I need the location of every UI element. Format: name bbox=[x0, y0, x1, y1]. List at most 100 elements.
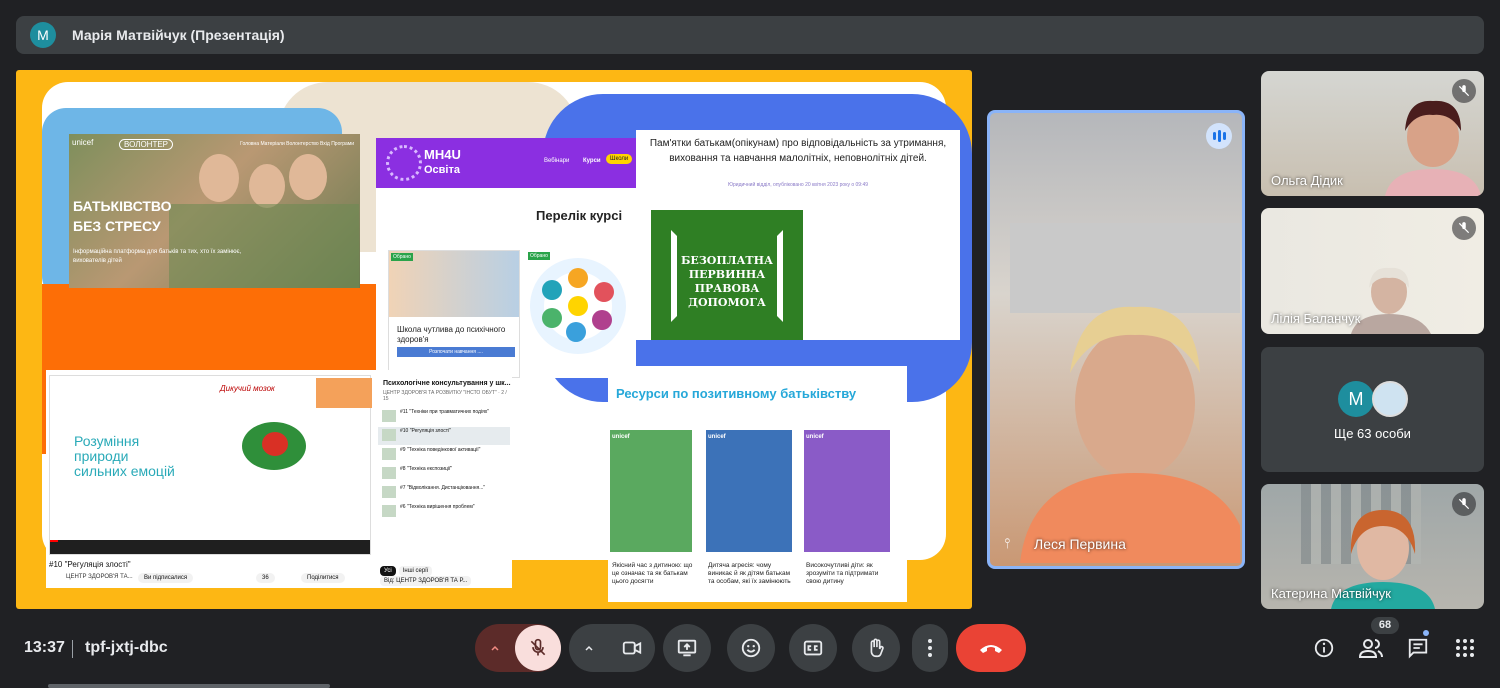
meeting-details-button[interactable] bbox=[1308, 632, 1340, 664]
video-player: Розуміння природи сильних емоцій Дикучий… bbox=[49, 375, 372, 555]
unicef-logo: unicef bbox=[72, 138, 94, 147]
presenter-avatar: М bbox=[30, 22, 56, 48]
participant-name: Леся Первина bbox=[1034, 536, 1126, 552]
apps-grid-icon bbox=[1456, 639, 1474, 657]
course-card-wheel: Обрано bbox=[526, 250, 634, 378]
playlist-thumb bbox=[382, 505, 396, 517]
participant-avatar: М bbox=[1338, 381, 1374, 417]
leave-call-button[interactable] bbox=[956, 624, 1026, 672]
nav-webinars: Вебінари bbox=[544, 158, 570, 164]
video-camera-icon bbox=[622, 641, 642, 655]
participant-tile-speaker[interactable]: ⫯ Леся Первина bbox=[987, 110, 1245, 569]
resource-item: unicef Якісний час з дитиною: що це озна… bbox=[608, 430, 694, 585]
more-participants-tile[interactable]: М Ще 63 особи bbox=[1261, 347, 1484, 472]
playlist: #11 "Техніки при травматичних подіях" #1… bbox=[378, 408, 510, 522]
unicef-logo: unicef bbox=[612, 434, 630, 440]
mic-off-icon bbox=[1452, 492, 1476, 516]
photo-face bbox=[199, 154, 239, 202]
photo-face bbox=[289, 154, 327, 200]
presenter-thumbnail bbox=[316, 378, 372, 408]
course-card: Обрано Школа чутлива до психічного здоро… bbox=[388, 250, 520, 378]
participant-video bbox=[1385, 100, 1481, 196]
resource-cover bbox=[610, 430, 692, 552]
resource-caption: Дитяча агресія: чому виникає й як дітям … bbox=[708, 562, 791, 585]
presenter-bar: М Марія Матвійчук (Презентація) bbox=[16, 16, 1484, 54]
playlist-subtitle: ЦЕНТР ЗДОРОВ'Я ТА РОЗВИТКУ "ІНСТО ОБУТ" … bbox=[383, 390, 507, 402]
mic-toggle-button[interactable] bbox=[515, 625, 561, 671]
playlist-thumb bbox=[382, 429, 396, 441]
memo-title: Пам'ятки батькам(опікунам) про відповіда… bbox=[649, 138, 947, 164]
mh4u-header: MH4U Освіта Вебінари Курси Школи bbox=[376, 138, 636, 188]
brain-drawing: Дикучий мозок bbox=[220, 384, 340, 492]
unicef-title: БАТЬКІВСТВО БЕЗ СТРЕСУ bbox=[73, 196, 172, 236]
unicef-logo: unicef bbox=[708, 434, 726, 440]
playlist-title: Психологічне консультування у шк... bbox=[383, 380, 511, 387]
more-participants-label: Ще 63 особи bbox=[1334, 426, 1411, 441]
mic-off-icon bbox=[530, 638, 546, 656]
camera-options-button[interactable] bbox=[569, 624, 609, 672]
mic-options-button[interactable] bbox=[475, 624, 515, 672]
video-progress bbox=[50, 540, 58, 542]
resource-cover bbox=[706, 430, 792, 552]
playlist-item: #7 "Відволікання. Дистанціювання..." bbox=[378, 484, 510, 502]
participant-tile[interactable]: Ольга Дідик bbox=[1261, 71, 1484, 196]
playlist-thumb bbox=[382, 486, 396, 498]
hand-icon bbox=[870, 638, 884, 658]
people-button[interactable] bbox=[1355, 632, 1387, 664]
chat-icon bbox=[1408, 638, 1428, 659]
divider bbox=[72, 640, 73, 658]
speaking-indicator-icon bbox=[1206, 123, 1232, 149]
end-call-icon bbox=[980, 645, 1002, 653]
wheel-segment bbox=[566, 322, 586, 342]
more-vert-icon bbox=[928, 639, 932, 657]
meeting-time: 13:37 bbox=[24, 639, 65, 656]
playlist-item: #11 "Техніки при травматичних подіях" bbox=[378, 408, 510, 426]
resource-caption: Якісний час з дитиною: що це означає та … bbox=[612, 562, 693, 585]
mic-control-group bbox=[475, 624, 561, 672]
chevron-up-icon bbox=[491, 645, 499, 651]
title-line: БАТЬКІВСТВО bbox=[73, 198, 172, 214]
brain-core bbox=[262, 432, 288, 456]
camera-control-group bbox=[569, 624, 655, 672]
info-icon bbox=[1314, 638, 1334, 658]
playlist-item-title: #7 "Відволікання. Дистанціювання..." bbox=[400, 485, 486, 491]
courses-heading: Перелік курсі bbox=[536, 208, 623, 223]
participant-name: Катерина Матвійчук bbox=[1271, 586, 1391, 601]
participant-tile[interactable]: Лілія Баланчук bbox=[1261, 208, 1484, 334]
participant-name: Ольга Дідик bbox=[1271, 173, 1343, 188]
activities-button[interactable] bbox=[1449, 632, 1481, 664]
resource-caption: Високочутливі діти: як зрозуміти та підт… bbox=[806, 562, 879, 585]
chat-notification-dot bbox=[1423, 630, 1429, 636]
video-overlay-text: Розуміння природи сильних емоцій bbox=[74, 433, 175, 479]
raise-hand-button[interactable] bbox=[852, 624, 900, 672]
wheel-segment bbox=[542, 280, 562, 300]
shared-presentation: unicef ВОЛОНТЕР Головна Матеріали Волонт… bbox=[16, 70, 972, 609]
captions-button[interactable] bbox=[789, 624, 837, 672]
playlist-item-active: #10 "Регуляція злості" bbox=[378, 427, 510, 445]
wheel-segment bbox=[568, 268, 588, 288]
playlist-item-title: #6 "Техніка вирішення проблем" bbox=[400, 504, 475, 510]
present-screen-button[interactable] bbox=[663, 624, 711, 672]
legal-aid-logo: БЕЗОПЛАТНА ПЕРВИННА ПРАВОВА ДОПОМОГА bbox=[651, 210, 803, 340]
playlist-item: #9 "Техніка поведінкової активації" bbox=[378, 446, 510, 464]
mh4u-brand-sub: Освіта bbox=[424, 164, 460, 176]
mic-off-icon bbox=[1452, 79, 1476, 103]
playlist-thumb bbox=[382, 410, 396, 422]
participant-tile[interactable]: Катерина Матвійчук bbox=[1261, 484, 1484, 609]
participant-video bbox=[1351, 267, 1431, 334]
camera-toggle-button[interactable] bbox=[609, 625, 655, 671]
wheel-segment bbox=[592, 310, 612, 330]
pin-icon[interactable]: ⫯ bbox=[1004, 535, 1010, 552]
share-button: Поділитися bbox=[301, 573, 345, 583]
chat-button[interactable] bbox=[1402, 632, 1434, 664]
unicef-logo: unicef bbox=[806, 434, 824, 440]
wellbeing-wheel-icon bbox=[530, 258, 626, 354]
wheel-segment bbox=[594, 282, 614, 302]
course-start-button: Розпочати навчання .... bbox=[397, 347, 515, 357]
filter-chips: Усі Інші серіїВід: ЦЕНТР ЗДОРОВ'Я ТА Р... bbox=[380, 566, 512, 586]
subscribed-button: Ви підписалися bbox=[138, 573, 194, 583]
more-options-button[interactable] bbox=[912, 624, 948, 672]
scrollbar[interactable] bbox=[48, 684, 330, 688]
emoji-reaction-button[interactable] bbox=[727, 624, 775, 672]
youtube-video-card: Розуміння природи сильних емоцій Дикучий… bbox=[46, 370, 512, 588]
